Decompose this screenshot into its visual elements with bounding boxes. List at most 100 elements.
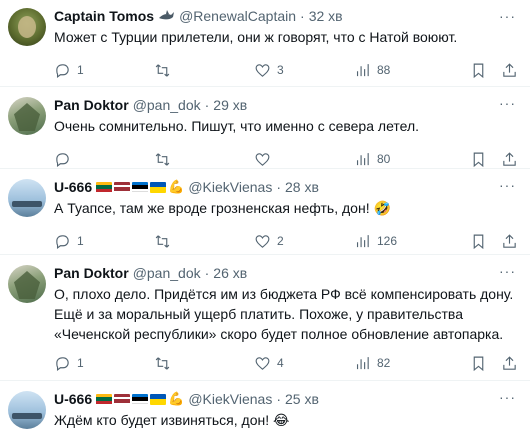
views-icon — [356, 234, 369, 247]
reply-thread: Captain Tomos @RenewalCaptain · 32 хв Мо… — [0, 0, 530, 446]
timestamp[interactable]: 25 хв — [285, 391, 319, 407]
tweet-text: Ждём кто будет извиняться, дон! 😂 — [54, 412, 290, 428]
lithuania-flag-icon — [96, 393, 113, 405]
lithuania-flag-icon — [96, 181, 113, 193]
bookmark-icon[interactable] — [470, 62, 487, 79]
timestamp[interactable]: 26 хв — [213, 265, 247, 281]
separator: · — [300, 8, 305, 24]
timestamp[interactable]: 28 хв — [285, 179, 319, 195]
reply-icon — [56, 356, 69, 371]
share-icon[interactable] — [501, 151, 518, 168]
heart-icon — [255, 356, 270, 370]
tweet-text: Очень сомнительно. Пишут, что именно с с… — [54, 118, 420, 134]
avatar[interactable] — [8, 391, 46, 429]
author-name[interactable]: Pan Doktor — [54, 265, 129, 281]
avatar[interactable] — [8, 97, 46, 135]
more-options-button[interactable]: ··· — [499, 389, 516, 405]
author-handle[interactable]: @pan_dok — [133, 265, 201, 281]
avatar[interactable] — [8, 265, 46, 303]
reply-button[interactable]: 1 — [54, 355, 154, 372]
flags-group: 💪 — [96, 391, 184, 407]
share-icon[interactable] — [501, 233, 518, 250]
view-count: 126 — [377, 234, 398, 248]
reply-count: 1 — [77, 63, 84, 77]
author-name[interactable]: Captain Tomos — [54, 8, 154, 24]
views-button[interactable]: 82 — [354, 355, 464, 372]
reply-count: 1 — [77, 234, 84, 248]
tweet-text: Может с Турции прилетели, они ж говорят,… — [54, 29, 458, 45]
bookmark-icon[interactable] — [470, 151, 487, 168]
heart-icon — [255, 152, 270, 166]
view-count: 82 — [377, 356, 391, 370]
retweet-icon — [155, 234, 170, 248]
tweet-text: А Туапсе, там же вроде грозненская нефть… — [54, 200, 391, 216]
heart-icon — [255, 234, 270, 248]
retweet-button[interactable] — [154, 62, 254, 79]
like-button[interactable]: 3 — [254, 62, 354, 79]
reply-count: 1 — [77, 356, 84, 370]
separator: · — [276, 179, 281, 195]
timestamp[interactable]: 29 хв — [213, 97, 247, 113]
flexed-biceps-icon: 💪 — [168, 179, 185, 194]
timestamp[interactable]: 32 хв — [309, 8, 343, 24]
reply-icon — [56, 63, 69, 78]
view-count: 88 — [377, 63, 391, 77]
views-icon — [356, 152, 369, 165]
like-button[interactable]: 2 — [254, 233, 354, 250]
shark-icon — [158, 10, 175, 22]
heart-icon — [255, 63, 270, 77]
like-count: 2 — [277, 234, 284, 248]
bookmark-icon[interactable] — [470, 233, 487, 250]
more-options-button[interactable]: ··· — [499, 177, 516, 193]
tweet[interactable]: Captain Tomos @RenewalCaptain · 32 хв Мо… — [0, 0, 530, 87]
tweet[interactable]: U-666 💪 @KiekVienas · 28 хв А Туапсе, та… — [0, 169, 530, 255]
reply-icon — [56, 234, 69, 249]
author-name[interactable]: U-666 — [54, 391, 92, 407]
share-icon[interactable] — [501, 62, 518, 79]
author-name[interactable]: Pan Doktor — [54, 97, 129, 113]
tweet-text: О, плохо дело. Придётся им из бюджета РФ… — [54, 286, 514, 342]
avatar[interactable] — [8, 8, 46, 46]
reply-button[interactable] — [54, 151, 154, 168]
tweet[interactable]: Pan Doktor @pan_dok · 29 хв Очень сомнит… — [0, 87, 530, 169]
flexed-biceps-icon: 💪 — [168, 391, 185, 406]
more-options-button[interactable]: ··· — [499, 8, 516, 24]
separator: · — [204, 97, 210, 113]
like-button[interactable] — [254, 151, 354, 168]
like-button[interactable]: 4 — [254, 355, 354, 372]
like-count: 3 — [277, 63, 284, 77]
ukraine-flag-icon — [150, 393, 167, 405]
bookmark-icon[interactable] — [470, 355, 487, 372]
reply-button[interactable]: 1 — [54, 233, 154, 250]
author-handle[interactable]: @KiekVienas — [188, 179, 272, 195]
author-handle[interactable]: @RenewalCaptain — [179, 8, 296, 24]
author-handle[interactable]: @KiekVienas — [188, 391, 272, 407]
more-options-button[interactable]: ··· — [499, 95, 516, 111]
retweet-button[interactable] — [154, 355, 254, 372]
like-count: 4 — [277, 356, 284, 370]
author-name[interactable]: U-666 — [54, 179, 92, 195]
author-handle[interactable]: @pan_dok — [133, 97, 201, 113]
reply-icon — [56, 152, 69, 167]
reply-button[interactable]: 1 — [54, 62, 154, 79]
separator: · — [276, 391, 281, 407]
estonia-flag-icon — [132, 181, 149, 193]
flags-group: 💪 — [96, 179, 184, 195]
separator: · — [204, 265, 210, 281]
latvia-flag-icon — [114, 393, 131, 405]
ukraine-flag-icon — [150, 181, 167, 193]
views-button[interactable]: 126 — [354, 233, 464, 250]
tweet[interactable]: Pan Doktor @pan_dok · 26 хв О, плохо дел… — [0, 255, 530, 381]
retweet-button[interactable] — [154, 151, 254, 168]
more-options-button[interactable]: ··· — [499, 263, 516, 279]
views-button[interactable]: 88 — [354, 62, 464, 79]
share-icon[interactable] — [501, 355, 518, 372]
avatar[interactable] — [8, 179, 46, 217]
views-icon — [356, 63, 369, 76]
tweet[interactable]: U-666 💪 @KiekVienas · 25 хв Ждём кто буд… — [0, 381, 530, 446]
latvia-flag-icon — [114, 181, 131, 193]
retweet-icon — [155, 152, 170, 166]
retweet-button[interactable] — [154, 233, 254, 250]
views-button[interactable]: 80 — [354, 151, 464, 168]
view-count: 80 — [377, 152, 391, 166]
